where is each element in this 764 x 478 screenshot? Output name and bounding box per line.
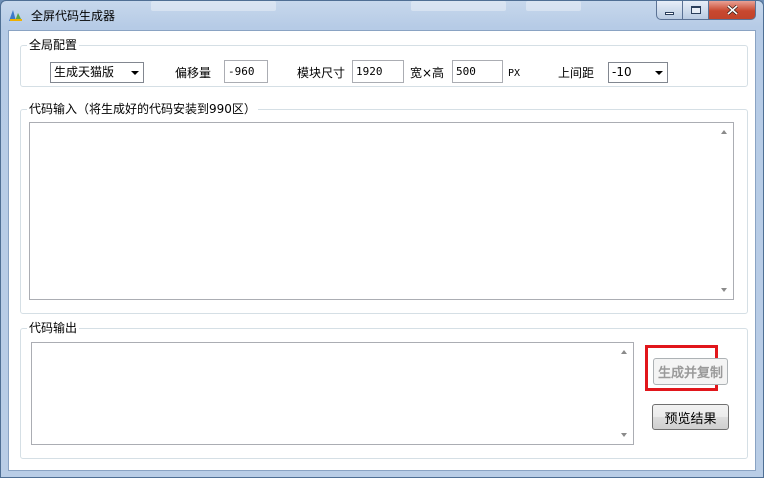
maximize-icon — [690, 6, 701, 14]
app-icon — [9, 10, 22, 21]
code-output-label: 代码输出 — [27, 321, 80, 335]
scroll-down-icon[interactable] — [621, 433, 627, 437]
code-input-group: 代码输入（将生成好的代码安装到990区） — [20, 102, 748, 314]
scroll-up-icon[interactable] — [721, 130, 727, 134]
top-margin-select[interactable]: -10 — [608, 62, 668, 83]
minimize-button[interactable] — [656, 1, 683, 20]
scroll-up-icon[interactable] — [621, 350, 627, 354]
generate-copy-button[interactable]: 生成并复制 — [653, 358, 728, 385]
close-icon — [726, 5, 738, 15]
minimize-icon — [665, 11, 674, 15]
background-window-ghost — [151, 1, 276, 11]
code-output-scrollbar[interactable] — [616, 343, 633, 444]
preview-button[interactable]: 预览结果 — [652, 404, 729, 430]
client-area: 全局配置 生成天猫版 偏移量 -960 模块尺寸 1920 宽×高 500 PX… — [8, 30, 756, 471]
scroll-down-icon[interactable] — [721, 288, 727, 292]
unit-label: PX — [508, 68, 521, 79]
chevron-down-icon — [655, 71, 663, 75]
code-output-textarea[interactable] — [31, 342, 634, 445]
close-button[interactable] — [708, 1, 756, 20]
code-input-textarea[interactable] — [29, 122, 734, 300]
top-margin-select-value: -10 — [612, 65, 632, 79]
version-select-value: 生成天猫版 — [54, 65, 115, 79]
app-window: 全屏代码生成器 全局配置 生成天猫版 偏移量 -960 模块尺寸 1920 宽×… — [0, 0, 764, 478]
module-size-label: 模块尺寸 — [297, 66, 346, 80]
code-input-scrollbar[interactable] — [716, 123, 733, 299]
version-select[interactable]: 生成天猫版 — [50, 62, 144, 83]
offset-label: 偏移量 — [175, 66, 212, 80]
code-input-label: 代码输入（将生成好的代码安装到990区） — [27, 102, 258, 116]
background-window-ghost — [526, 1, 581, 11]
window-title: 全屏代码生成器 — [31, 9, 116, 23]
code-output-group: 代码输出 生成并复制 预览结果 — [20, 321, 748, 459]
width-height-label: 宽×高 — [410, 66, 445, 80]
global-config-group: 全局配置 生成天猫版 偏移量 -960 模块尺寸 1920 宽×高 500 PX… — [20, 38, 748, 87]
maximize-button[interactable] — [682, 1, 709, 20]
width-input[interactable]: 1920 — [352, 60, 404, 83]
chevron-down-icon — [131, 71, 139, 75]
title-bar: 全屏代码生成器 — [1, 1, 763, 29]
top-margin-label: 上间距 — [558, 66, 595, 80]
height-input[interactable]: 500 — [452, 60, 503, 83]
offset-input[interactable]: -960 — [224, 60, 268, 83]
background-window-ghost — [411, 1, 506, 11]
global-config-label: 全局配置 — [27, 38, 80, 52]
